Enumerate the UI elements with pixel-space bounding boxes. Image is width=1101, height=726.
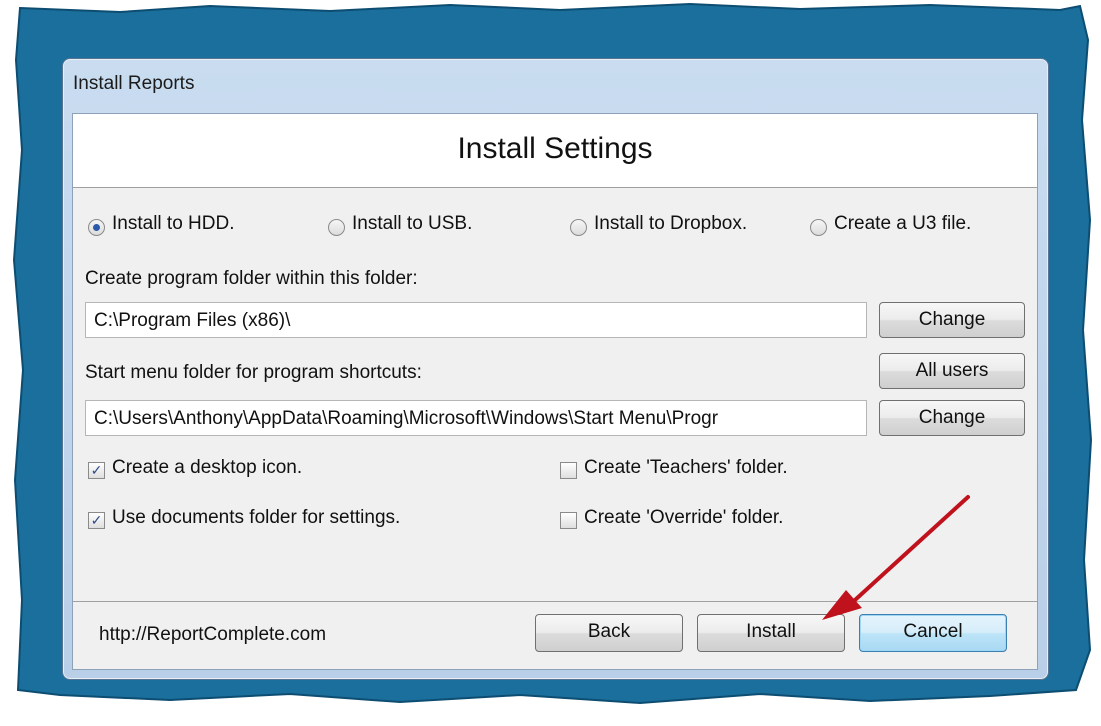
documents-folder-label[interactable]: Use documents folder for settings. (112, 507, 400, 529)
all-users-button[interactable]: All users (879, 353, 1025, 389)
radio-install-dropbox[interactable] (570, 219, 587, 236)
program-folder-label: Create program folder within this folder… (85, 268, 418, 289)
radio-install-hdd[interactable] (88, 219, 105, 236)
radio-label-install-usb[interactable]: Install to USB. (352, 213, 472, 235)
start-menu-folder-input[interactable]: C:\Users\Anthony\AppData\Roaming\Microso… (85, 400, 867, 436)
website-link[interactable]: http://ReportComplete.com (99, 624, 326, 646)
footer-divider (73, 601, 1037, 602)
cancel-button[interactable]: Cancel (859, 614, 1007, 652)
start-menu-folder-label: Start menu folder for program shortcuts: (85, 362, 422, 383)
change-program-folder-button[interactable]: Change (879, 302, 1025, 338)
window-title: Install Reports (73, 73, 195, 94)
install-button[interactable]: Install (697, 614, 845, 652)
dialog-client: Install Settings Install to HDD. Install… (72, 113, 1038, 670)
program-folder-input[interactable]: C:\Program Files (x86)\ (85, 302, 867, 338)
page-title: Install Settings (457, 132, 653, 165)
override-folder-label[interactable]: Create 'Override' folder. (584, 507, 783, 529)
teachers-folder-label[interactable]: Create 'Teachers' folder. (584, 457, 788, 479)
radio-label-create-u3[interactable]: Create a U3 file. (834, 213, 971, 235)
radio-install-usb[interactable] (328, 219, 345, 236)
desktop-icon-label[interactable]: Create a desktop icon. (112, 457, 302, 479)
install-dialog: Install Reports Install Settings Install… (62, 58, 1049, 680)
change-start-menu-folder-button[interactable]: Change (879, 400, 1025, 436)
override-folder-checkbox[interactable] (560, 512, 577, 529)
teachers-folder-checkbox[interactable] (560, 462, 577, 479)
back-button[interactable]: Back (535, 614, 683, 652)
radio-label-install-hdd[interactable]: Install to HDD. (112, 213, 234, 235)
header-banner: Install Settings (73, 114, 1037, 188)
radio-label-install-dropbox[interactable]: Install to Dropbox. (594, 213, 747, 235)
documents-folder-checkbox[interactable]: ✓ (88, 512, 105, 529)
radio-create-u3[interactable] (810, 219, 827, 236)
desktop-icon-checkbox[interactable]: ✓ (88, 462, 105, 479)
